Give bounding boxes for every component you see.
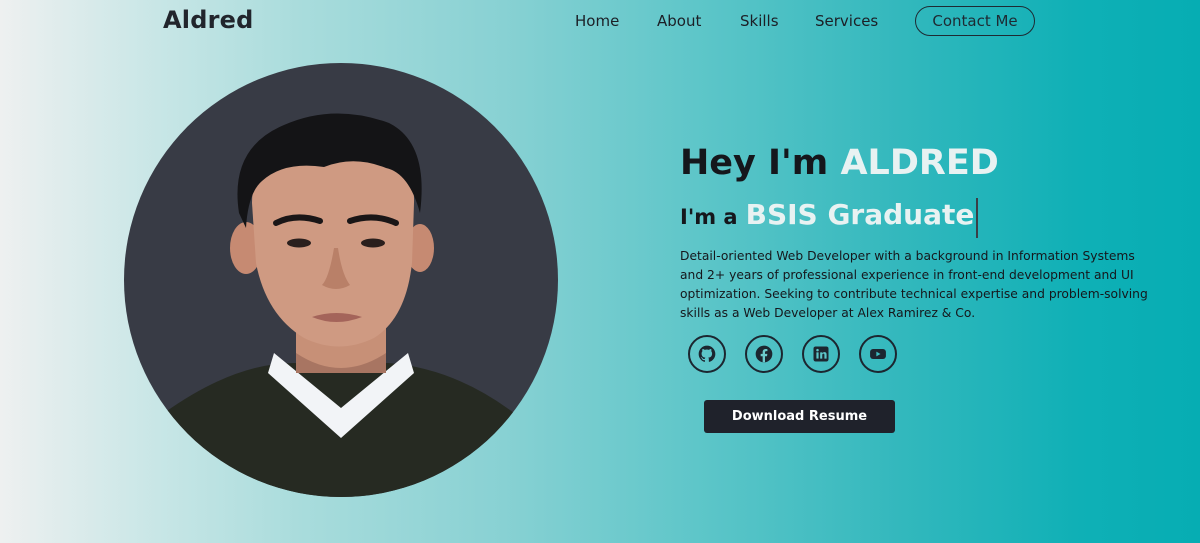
hero-description: Detail-oriented Web Developer with a bac… — [680, 249, 1148, 320]
nav-skills[interactable]: Skills — [740, 12, 779, 30]
facebook-icon — [755, 345, 773, 363]
nav-home[interactable]: Home — [575, 12, 619, 30]
youtube-icon — [870, 349, 886, 359]
hero-greeting: Hey I'm — [680, 143, 841, 183]
social-links — [688, 335, 897, 373]
contact-me-button[interactable]: Contact Me — [915, 6, 1035, 36]
nav-about[interactable]: About — [657, 12, 701, 30]
facebook-link[interactable] — [745, 335, 783, 373]
role-prefix: I'm a — [680, 205, 738, 229]
github-icon — [698, 345, 716, 362]
profile-photo-illustration — [124, 113, 558, 497]
linkedin-link[interactable] — [802, 335, 840, 373]
download-resume-button[interactable]: Download Resume — [704, 400, 895, 433]
nav-services[interactable]: Services — [815, 12, 878, 30]
typing-cursor — [976, 198, 979, 238]
role-typed-text: BSIS Graduate — [745, 198, 975, 231]
hero-subtitle: I'm a BSIS Graduate — [680, 198, 979, 238]
hero-name: ALDRED — [840, 143, 999, 183]
github-link[interactable] — [688, 335, 726, 373]
profile-photo — [124, 63, 558, 497]
linkedin-icon — [813, 346, 829, 362]
youtube-link[interactable] — [859, 335, 897, 373]
hero-title: Hey I'm ALDRED — [680, 143, 999, 183]
